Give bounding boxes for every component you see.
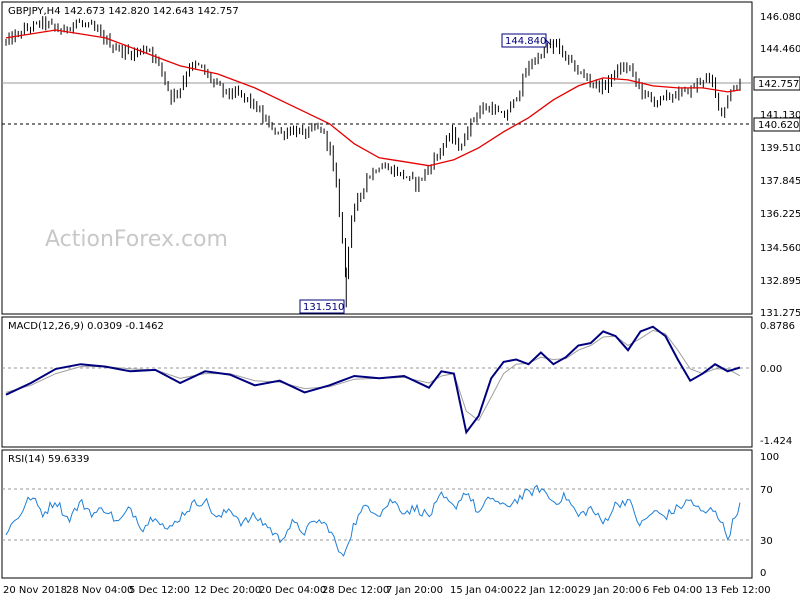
- price-tick: 131.275: [760, 308, 800, 319]
- x-axis: 20 Nov 2018 28 Nov 04:00 5 Dec 12:00 12 …: [3, 585, 771, 596]
- macd-tick: -1.424: [760, 436, 792, 447]
- x-tick-label: 22 Jan 12:00: [514, 585, 577, 596]
- macd-signal-line: [5, 329, 741, 422]
- rsi-tick: 100: [760, 452, 779, 463]
- price-tick: 136.225: [760, 209, 800, 220]
- macd-panel-frame: [1, 316, 753, 448]
- support-price-label: 140.620: [758, 120, 799, 131]
- rsi-tick: 30: [760, 536, 773, 547]
- high-annotation-label: 144.840: [505, 36, 546, 47]
- x-tick-label: 20 Nov 2018: [3, 585, 67, 596]
- low-annotation-label: 131.510: [303, 302, 344, 313]
- macd-tick: 0.00: [760, 364, 782, 375]
- price-tick: 144.460: [760, 44, 800, 55]
- rsi-tick: 70: [760, 485, 773, 496]
- x-tick-label: 13 Feb 12:00: [705, 585, 771, 596]
- watermark: ActionForex.com: [45, 227, 228, 252]
- price-tick: 132.895: [760, 276, 800, 287]
- rsi-panel-title: RSI(14) 59.6339: [8, 454, 89, 465]
- macd-panel-title: MACD(12,26,9) 0.0309 -0.1462: [8, 321, 164, 332]
- x-tick-label: 15 Jan 04:00: [450, 585, 513, 596]
- price-tick: 146.080: [760, 12, 800, 23]
- x-tick-label: 29 Jan 20:00: [578, 585, 641, 596]
- price-y-axis: 146.080 144.460 141.130 139.510 137.845 …: [760, 12, 800, 319]
- x-tick-label: 7 Jan 20:00: [386, 585, 443, 596]
- price-tick: 134.560: [760, 243, 800, 254]
- macd-line: [5, 325, 741, 435]
- price-panel-title: GBPJPY,H4 142.673 142.820 142.643 142.75…: [8, 6, 239, 17]
- current-price-label: 142.757: [758, 79, 799, 90]
- price-tick: 139.510: [760, 143, 800, 154]
- x-tick-label: 20 Dec 04:00: [259, 585, 326, 596]
- x-tick-label: 28 Nov 04:00: [66, 585, 133, 596]
- x-tick-label: 28 Dec 12:00: [322, 585, 389, 596]
- forex-chart: ActionForex.com GBPJPY,H4 142.673 142.82…: [1, 1, 800, 596]
- rsi-line: [5, 484, 741, 557]
- x-tick-label: 6 Feb 04:00: [643, 585, 702, 596]
- rsi-panel-frame: [1, 449, 753, 579]
- price-candles: [5, 16, 741, 308]
- macd-tick: 0.8786: [760, 321, 795, 332]
- price-tick: 137.845: [760, 176, 800, 187]
- rsi-tick: 0: [760, 568, 766, 579]
- price-panel-frame: [1, 1, 753, 315]
- x-tick-label: 12 Dec 20:00: [194, 585, 261, 596]
- x-tick-label: 5 Dec 12:00: [129, 585, 190, 596]
